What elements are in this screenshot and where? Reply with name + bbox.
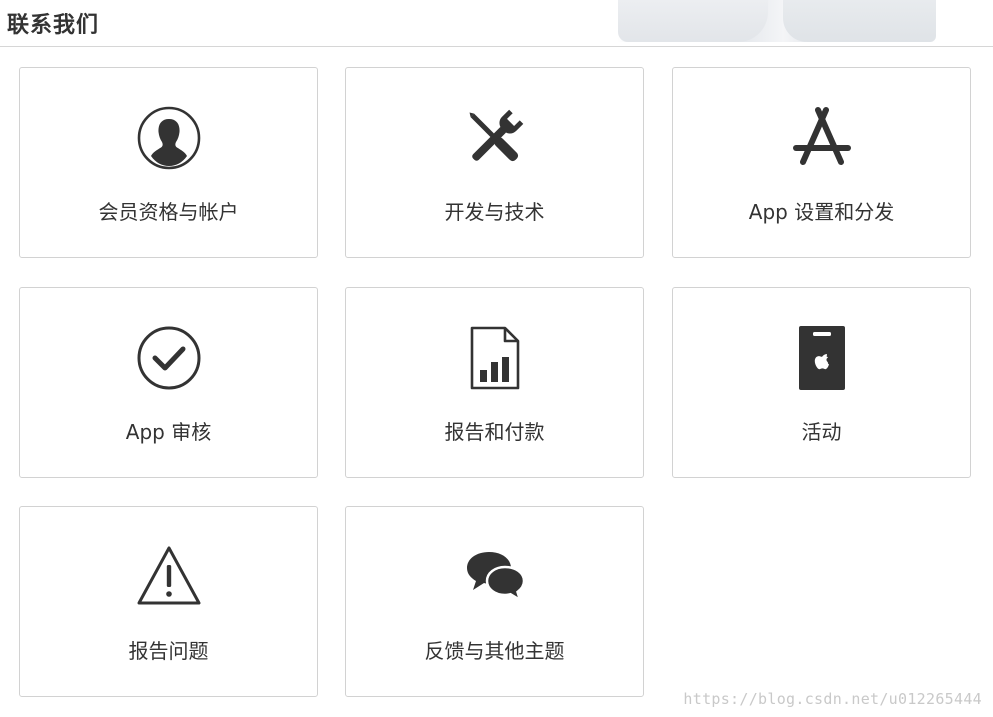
card-report-issue[interactable]: 报告问题 bbox=[19, 506, 318, 697]
checkmark-circle-icon bbox=[133, 322, 205, 394]
card-development-technology[interactable]: 开发与技术 bbox=[345, 67, 644, 258]
page-header: 联系我们 bbox=[0, 0, 993, 47]
header-hero-image bbox=[618, 0, 936, 42]
report-chart-icon bbox=[459, 322, 531, 394]
card-label: App 审核 bbox=[125, 420, 212, 444]
tools-icon bbox=[459, 102, 531, 174]
watermark-url: https://blog.csdn.net/u012265444 bbox=[683, 690, 982, 708]
card-label: 反馈与其他主题 bbox=[424, 639, 565, 663]
person-icon bbox=[133, 102, 205, 174]
card-membership-account[interactable]: 会员资格与帐户 bbox=[19, 67, 318, 258]
hero-shape-left bbox=[618, 0, 768, 42]
card-feedback-other[interactable]: 反馈与其他主题 bbox=[345, 506, 644, 697]
card-reports-payments[interactable]: 报告和付款 bbox=[345, 287, 644, 478]
card-app-review[interactable]: App 审核 bbox=[19, 287, 318, 478]
chat-bubbles-icon bbox=[459, 541, 531, 613]
event-badge-icon bbox=[786, 322, 858, 394]
card-label: 报告和付款 bbox=[444, 420, 545, 444]
card-app-setup-distribution[interactable]: App 设置和分发 bbox=[672, 67, 971, 258]
card-label: 报告问题 bbox=[128, 639, 209, 663]
card-label: App 设置和分发 bbox=[748, 200, 895, 224]
card-label: 活动 bbox=[801, 420, 842, 444]
card-events[interactable]: 活动 bbox=[672, 287, 971, 478]
hero-shape-right bbox=[783, 0, 936, 42]
card-label: 会员资格与帐户 bbox=[98, 200, 239, 224]
page-title: 联系我们 bbox=[7, 13, 100, 38]
warning-icon bbox=[133, 541, 205, 613]
card-label: 开发与技术 bbox=[444, 200, 545, 224]
app-store-icon bbox=[786, 102, 858, 174]
